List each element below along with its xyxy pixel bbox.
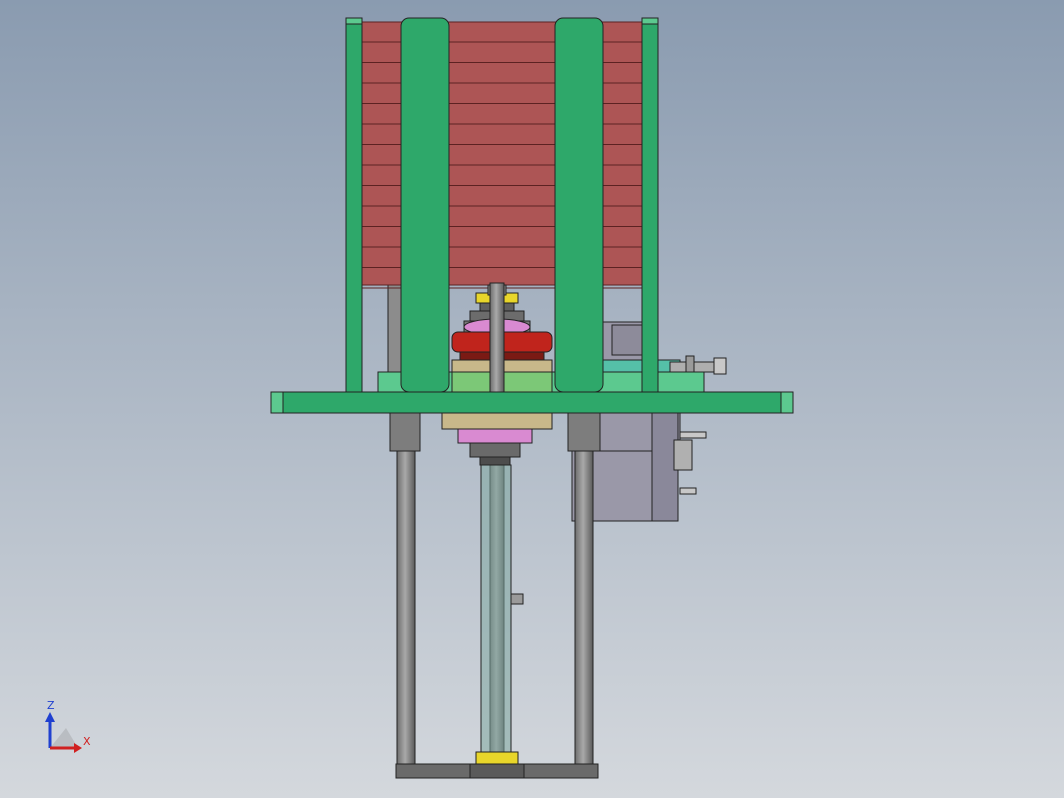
lower-pink-collar (457, 428, 533, 444)
z-axis-label: Z (47, 699, 55, 712)
right-guide-rod (574, 450, 594, 766)
lower-nut (469, 442, 521, 458)
adjust-screw-head (713, 357, 727, 375)
lift-tube (480, 464, 512, 764)
assembly-drawing (0, 0, 1064, 798)
tube-sensor-tab (510, 593, 524, 605)
base-plate-left-end (270, 391, 284, 414)
cad-viewport[interactable]: Z X (0, 0, 1064, 798)
base-plate (270, 391, 794, 414)
right-guide-bushing (567, 412, 601, 452)
rear-post-left (387, 284, 403, 376)
fitting-pin-upper (679, 431, 707, 439)
x-axis-label: X (83, 735, 91, 748)
left-side-rail (345, 17, 363, 393)
lower-lock-nut (479, 456, 511, 466)
lower-bearing-housing (441, 412, 553, 430)
right-side-rail (641, 17, 659, 393)
base-plate-right-end (780, 391, 794, 414)
rear-motor-face (611, 324, 643, 356)
cylinder-fitting (673, 439, 693, 471)
right-rail-cap (641, 17, 659, 25)
left-guide-bushing (389, 412, 421, 452)
left-guide-rod (396, 450, 416, 766)
left-rail-cap (345, 17, 363, 25)
left-column (400, 17, 450, 393)
fitting-pin-lower (679, 487, 697, 495)
right-column (554, 17, 604, 393)
bottom-washer (475, 751, 519, 765)
bottom-center-block (469, 763, 525, 779)
